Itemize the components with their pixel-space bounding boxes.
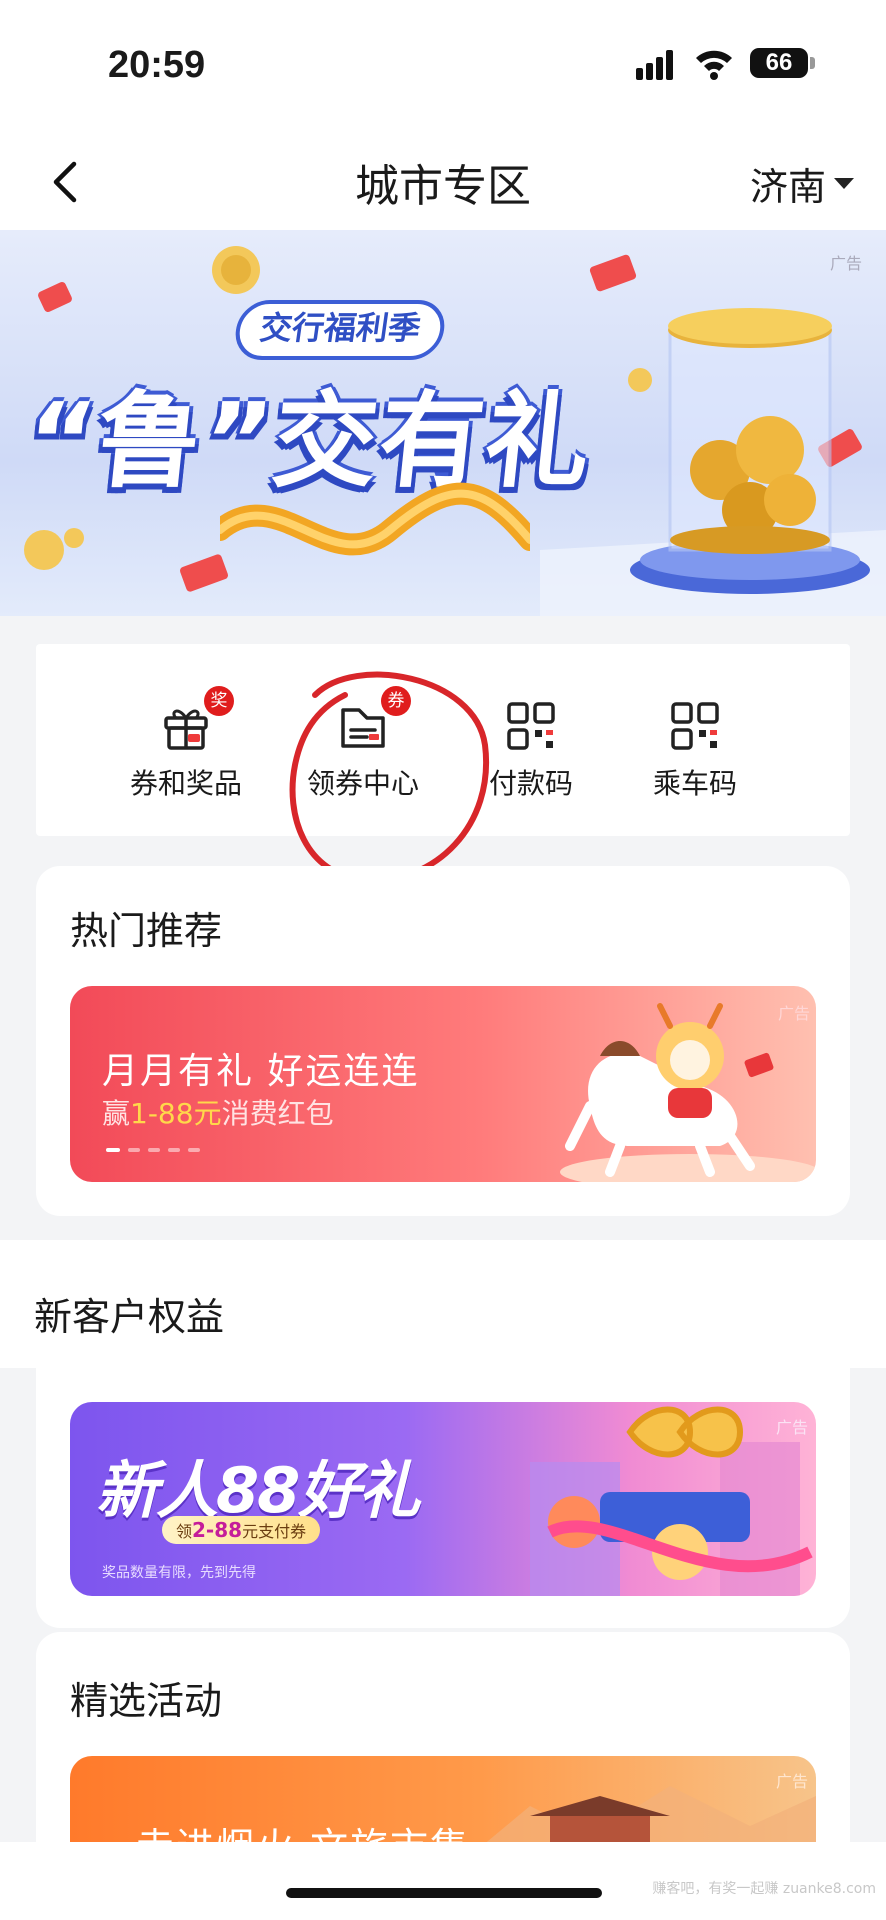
city-label: 济南 [750, 165, 827, 209]
section-title-selected: 精选活动 [70, 1679, 223, 1723]
promo-subtitle: 赢1-88元消费红包 [102, 1097, 334, 1130]
section-title-hot: 热门推荐 [70, 909, 223, 953]
qr-code-icon [505, 700, 557, 752]
section-title-new-customer: 新客户权益 [34, 1295, 225, 1339]
annotation-circle [289, 671, 490, 884]
gold-ribbon-decoration [220, 482, 530, 556]
watermark: 赚客吧，有奖一起赚 zuanke8.com [652, 1881, 876, 1897]
cellular-signal-icon [636, 50, 673, 80]
chevron-down-icon [834, 178, 855, 189]
quick-action-prizes[interactable]: 奖 券和奖品 [101, 686, 271, 802]
promo-banner-new-user[interactable]: 广告 新人88好礼 领2-88元支付券 奖品数量有限，先到先得 [70, 1402, 816, 1596]
gift-88-illustration [530, 1406, 813, 1596]
home-indicator[interactable] [286, 1888, 602, 1898]
horse-mascot-illustration [560, 1003, 816, 1182]
wifi-icon [696, 50, 732, 80]
gift-icon: 奖 [160, 686, 234, 752]
quick-action-label: 乘车码 [652, 767, 737, 800]
carousel-dots [106, 1148, 200, 1152]
status-bar: 20:59 66 [0, 0, 886, 130]
city-selector[interactable]: 济南 [750, 156, 855, 211]
qr-code-icon [669, 700, 721, 752]
promo-banner-culture-market[interactable]: 广告 走进烟火 文旅市集 [70, 1756, 816, 1856]
coin-jar-illustration [630, 308, 870, 594]
brand-pill: 交行福利季 [231, 300, 449, 360]
quick-action-transit-code[interactable]: 乘车码 [610, 700, 780, 802]
promo-pill: 领2-88元支付券 [162, 1516, 321, 1544]
promo-note: 奖品数量有限，先到先得 [102, 1565, 256, 1581]
battery-icon: 66 [750, 48, 808, 78]
promo-title: 月月有礼 好运连连 [102, 1051, 420, 1092]
hero-banner[interactable]: 广告 交行福利季 “鲁”交有礼 [0, 230, 886, 616]
quick-action-label: 券和奖品 [129, 767, 242, 800]
status-time: 20:59 [108, 44, 206, 86]
battery-tip [810, 57, 815, 69]
reward-badge: 奖 [204, 686, 234, 716]
promo-banner-monthly[interactable]: 广告 月月有礼 好运连连 赢1-88元消费红包 [70, 986, 816, 1182]
